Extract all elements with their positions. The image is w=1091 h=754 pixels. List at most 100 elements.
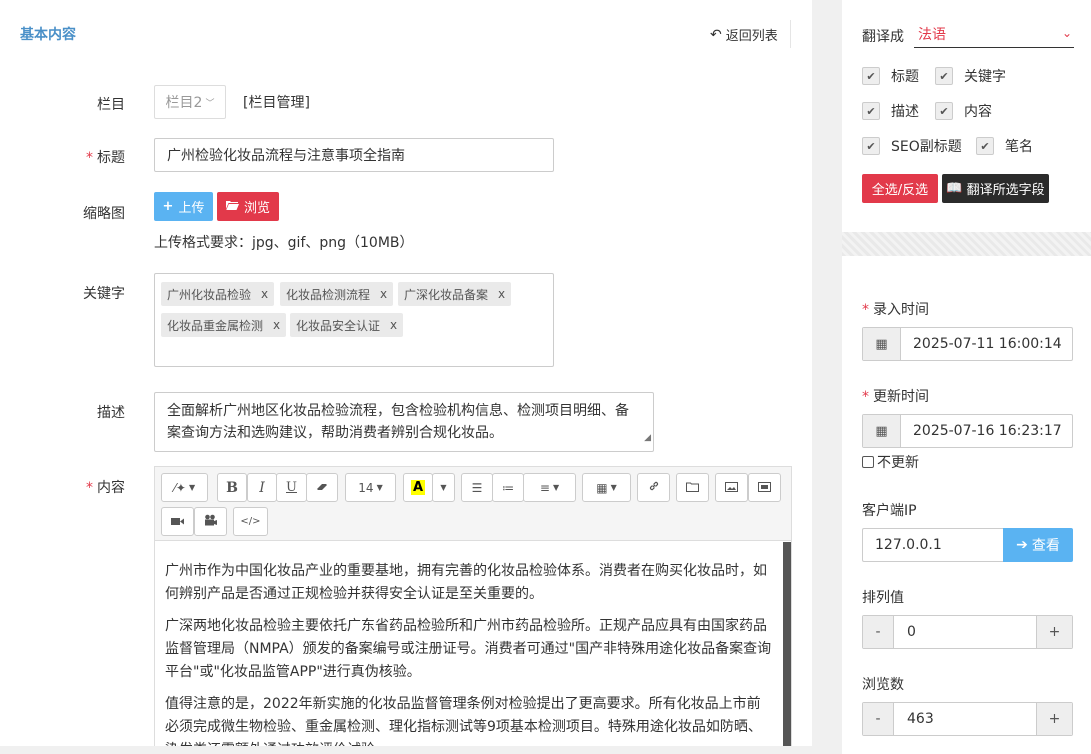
view-count-input[interactable]: 463 bbox=[894, 703, 1036, 735]
content-label: * 内容 bbox=[0, 477, 125, 497]
reply-arrow-icon: ↶ bbox=[710, 26, 722, 43]
updated-time-label-text: 更新时间 bbox=[873, 389, 929, 405]
translate-field-checkbox[interactable]: ✔ 关键字 bbox=[935, 66, 1006, 86]
folder-button[interactable] bbox=[676, 473, 709, 502]
bold-icon: B bbox=[226, 479, 238, 496]
caret-down-icon: ▼ bbox=[610, 483, 617, 492]
font-size-value: 14 bbox=[358, 480, 374, 495]
rich-text-editor: ⁄✦ ▼ B I U 14 ▼ A ▼ ☰ ≔ ≡ ▼ ▦ ▼ </> 广州市作为中国化… bbox=[154, 466, 792, 746]
translate-field-checkbox[interactable]: ✔ 笔名 bbox=[976, 136, 1033, 156]
browse-button[interactable]: 浏览 bbox=[217, 192, 279, 221]
folder-icon bbox=[225, 199, 239, 214]
color-dropdown-button[interactable]: ▼ bbox=[432, 473, 455, 502]
content-paragraph: 广州市作为中国化妆品产业的重要基地，拥有完善的化妆品检验体系。消费者在购买化妆品… bbox=[165, 563, 767, 602]
table-icon: ▦ bbox=[596, 480, 608, 495]
folder-icon bbox=[686, 481, 699, 495]
resize-handle-icon[interactable]: ◢ bbox=[644, 427, 651, 449]
back-to-list-link[interactable]: ↶ 返回列表 bbox=[710, 25, 778, 45]
translate-field-checkbox[interactable]: ✔ 内容 bbox=[935, 101, 992, 121]
table-button[interactable]: ▦ ▼ bbox=[582, 473, 631, 502]
sort-value-stepper: - 0 + bbox=[862, 615, 1073, 649]
title-label-text: 标题 bbox=[97, 150, 125, 166]
calendar-icon: ▦ bbox=[863, 415, 901, 447]
increment-button[interactable]: + bbox=[1036, 616, 1072, 648]
plus-icon: + bbox=[162, 199, 174, 214]
checkbox-label: 标题 bbox=[891, 69, 919, 85]
align-button[interactable]: ≡ ▼ bbox=[523, 473, 576, 502]
decrement-button[interactable]: - bbox=[863, 616, 894, 648]
bold-button[interactable]: B bbox=[217, 473, 247, 502]
numbered-list-button[interactable]: ≔ bbox=[492, 473, 524, 502]
video-button[interactable] bbox=[161, 507, 194, 536]
select-all-toggle-button[interactable]: 全选/反选 bbox=[862, 174, 938, 203]
keyword-tag-text: 广州化妆品检验 bbox=[167, 287, 252, 302]
italic-button[interactable]: I bbox=[247, 473, 277, 502]
check-icon: ✔ bbox=[935, 67, 953, 85]
font-size-button[interactable]: 14 ▼ bbox=[345, 473, 396, 502]
translate-field-checkbox[interactable]: ✔ 描述 bbox=[862, 101, 919, 121]
media-button[interactable] bbox=[194, 507, 227, 536]
eraser-button[interactable] bbox=[306, 473, 338, 502]
highlight-color-button[interactable]: A bbox=[403, 473, 433, 502]
title-label: * 标题 bbox=[0, 147, 125, 167]
increment-button[interactable]: + bbox=[1036, 703, 1072, 735]
align-left-icon: ≡ bbox=[539, 480, 550, 495]
checkbox-label: 内容 bbox=[964, 104, 992, 120]
created-time-field[interactable]: ▦ 2025-07-11 16:00:14 bbox=[862, 327, 1073, 361]
check-icon: ✔ bbox=[976, 137, 994, 155]
sort-value-input[interactable]: 0 bbox=[894, 616, 1036, 648]
keyword-tag-text: 化妆品安全认证 bbox=[296, 318, 381, 333]
required-mark: * bbox=[862, 302, 869, 318]
content-paragraph: 广深两地化妆品检验主要依托广东省药品检验所和广州市药品检验所。正规产品应具有由国… bbox=[165, 618, 772, 680]
editor-scrollbar[interactable] bbox=[783, 542, 791, 746]
language-select-value: 法语 bbox=[918, 26, 946, 43]
highlight-icon: A bbox=[410, 480, 426, 495]
gallery-icon bbox=[758, 481, 771, 495]
link-button[interactable] bbox=[637, 473, 670, 502]
remove-tag-icon[interactable]: x bbox=[273, 318, 280, 332]
editor-toolbar: ⁄✦ ▼ B I U 14 ▼ A ▼ ☰ ≔ ≡ ▼ ▦ ▼ </> bbox=[155, 467, 791, 541]
code-view-button[interactable]: </> bbox=[233, 507, 268, 536]
keywords-tag-input[interactable]: 广州化妆品检验 x 化妆品检测流程 x 广深化妆品备案 x 化妆品重金属检测 x 化妆品… bbox=[154, 273, 554, 367]
remove-tag-icon[interactable]: x bbox=[380, 287, 387, 301]
translate-field-checkbox[interactable]: ✔ SEO副标题 bbox=[862, 136, 962, 156]
column-select[interactable]: 栏目2 ﹀ bbox=[154, 85, 226, 119]
translate-field-checkbox[interactable]: ✔ 标题 bbox=[862, 66, 919, 86]
translate-selected-button[interactable]: 📖 翻译所选字段 bbox=[942, 174, 1049, 203]
check-icon: ✔ bbox=[862, 67, 880, 85]
required-mark: * bbox=[86, 480, 93, 496]
ip-lookup-button[interactable]: ➔ 查看 bbox=[1003, 528, 1073, 562]
upload-button[interactable]: + 上传 bbox=[154, 192, 213, 221]
underline-button[interactable]: U bbox=[276, 473, 307, 502]
italic-icon: I bbox=[259, 479, 265, 496]
updated-time-field[interactable]: ▦ 2025-07-16 16:23:17 bbox=[862, 414, 1073, 448]
style-magic-button[interactable]: ⁄✦ ▼ bbox=[161, 473, 208, 502]
checkbox-box bbox=[862, 456, 874, 468]
no-update-checkbox[interactable]: 不更新 bbox=[862, 452, 919, 472]
bulleted-list-button[interactable]: ☰ bbox=[461, 473, 493, 502]
image-button[interactable] bbox=[715, 473, 748, 502]
editor-content-area[interactable]: 广州市作为中国化妆品产业的重要基地，拥有完善的化妆品检验体系。消费者在购买化妆品… bbox=[155, 542, 783, 746]
calendar-icon: ▦ bbox=[863, 328, 901, 360]
remove-tag-icon[interactable]: x bbox=[261, 287, 268, 301]
sort-value-label: 排列值 bbox=[862, 590, 904, 606]
upload-format-hint: 上传格式要求：jpg、gif、png（10MB） bbox=[154, 235, 414, 251]
keyword-tag: 化妆品检测流程 x bbox=[280, 282, 394, 306]
numbered-list-icon: ≔ bbox=[502, 480, 514, 495]
remove-tag-icon[interactable]: x bbox=[390, 318, 397, 332]
column-manage-link[interactable]: [栏目管理] bbox=[243, 92, 310, 112]
ip-lookup-label: 查看 bbox=[1031, 538, 1060, 554]
gallery-button[interactable] bbox=[748, 473, 781, 502]
decrement-button[interactable]: - bbox=[863, 703, 894, 735]
updated-time-label: * 更新时间 bbox=[862, 386, 929, 406]
upload-button-label: 上传 bbox=[178, 201, 205, 216]
checkbox-label: 笔名 bbox=[1005, 139, 1033, 155]
language-select[interactable]: 法语 ⌄ bbox=[914, 20, 1074, 48]
description-textarea[interactable]: 全面解析广州地区化妆品检验流程，包含检验机构信息、检测项目明细、备案查询方法和选… bbox=[154, 392, 654, 452]
remove-tag-icon[interactable]: x bbox=[498, 287, 505, 301]
arrow-right-icon: ➔ bbox=[1016, 537, 1028, 553]
column-select-value: 栏目2 bbox=[165, 95, 203, 111]
title-input[interactable]: 广州检验化妆品流程与注意事项全指南 bbox=[154, 138, 554, 172]
checkbox-label: SEO副标题 bbox=[891, 139, 962, 155]
client-ip-input[interactable]: 127.0.0.1 bbox=[862, 528, 1003, 562]
